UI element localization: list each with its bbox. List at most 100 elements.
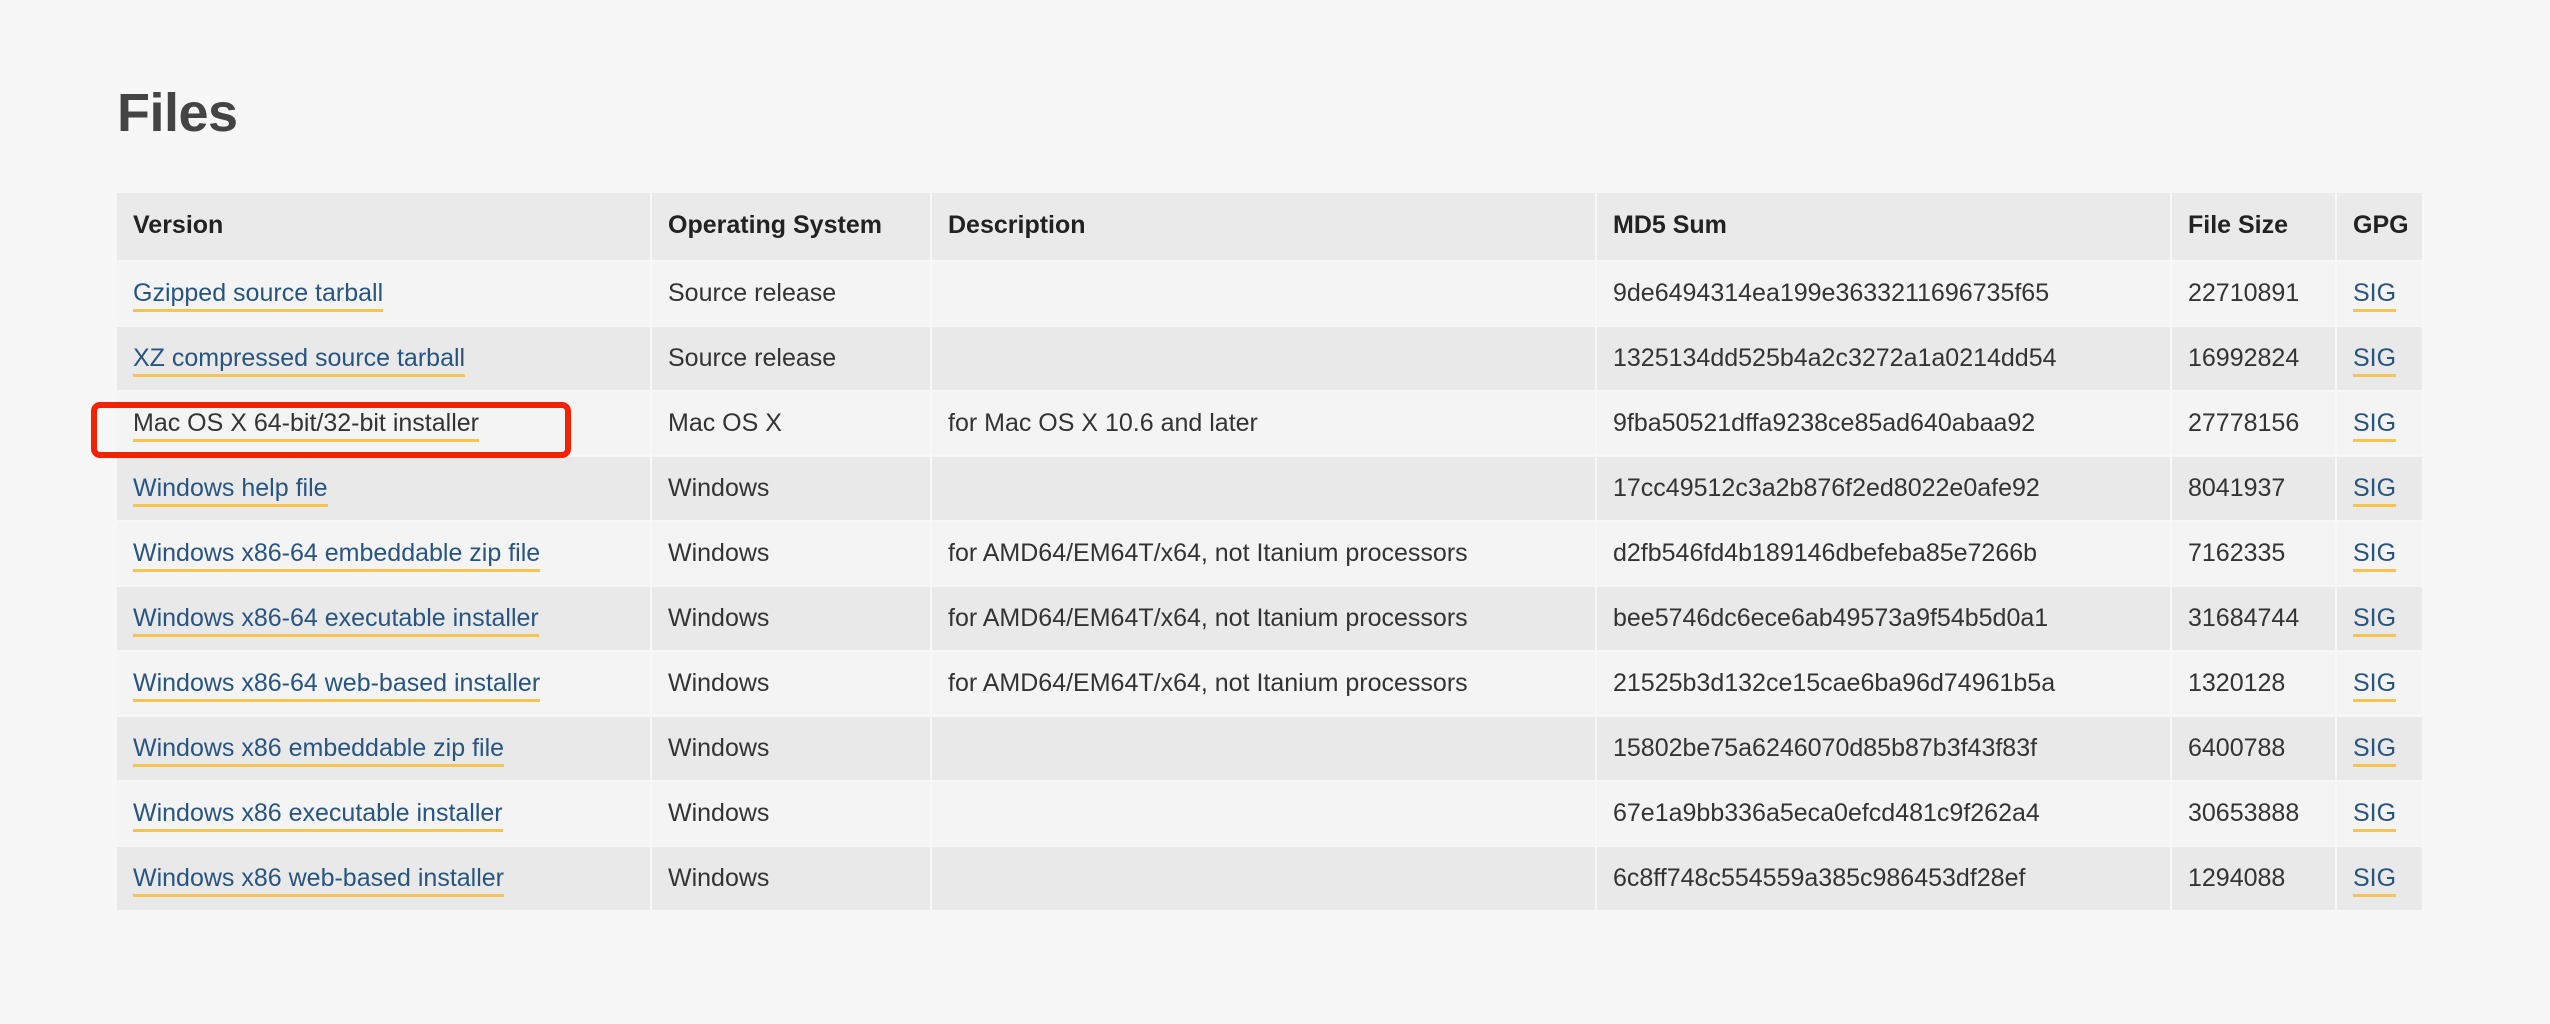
version-download-link[interactable]: Windows help file [133,474,328,507]
version-download-link[interactable]: Mac OS X 64-bit/32-bit installer [133,409,479,442]
gpg-sig-link[interactable]: SIG [2353,864,2397,897]
cell-description [932,455,1597,520]
cell-md5-sum: d2fb546fd4b189146dbefeba85e7266b [1597,520,2172,585]
cell-description: for AMD64/EM64T/x64, not Itanium process… [932,650,1597,715]
version-download-link[interactable]: Windows x86-64 web-based installer [133,669,541,702]
cell-description [932,780,1597,845]
table-row: Gzipped source tarball Source release 9de6… [117,260,2422,325]
cell-file-size: 1294088 [2172,845,2337,910]
files-page: Files Version Operating System Descripti… [0,0,2550,1024]
table-row: Windows x86-64 embeddable zip file Window… [117,520,2422,585]
cell-md5-sum: 9de6494314ea199e3633211696735f65 [1597,260,2172,325]
column-header-gpg: GPG [2337,193,2422,260]
files-table-body: Gzipped source tarball Source release 9de6… [117,260,2422,910]
table-row: Windows x86-64 web-based installer Window… [117,650,2422,715]
gpg-sig-link[interactable]: SIG [2353,734,2397,767]
cell-version: Mac OS X 64-bit/32-bit installer [117,390,652,455]
cell-file-size: 7162335 [2172,520,2337,585]
version-download-link[interactable]: Windows x86-64 executable installer [133,604,539,637]
version-download-link[interactable]: XZ compressed source tarball [133,344,466,377]
cell-description [932,325,1597,390]
cell-description [932,260,1597,325]
cell-version: XZ compressed source tarball [117,325,652,390]
gpg-sig-link[interactable]: SIG [2353,604,2397,637]
page-title: Files [117,83,238,144]
version-download-link[interactable]: Windows x86 web-based installer [133,864,505,897]
cell-gpg: SIG [2337,455,2422,520]
cell-gpg: SIG [2337,845,2422,910]
cell-gpg: SIG [2337,650,2422,715]
cell-operating-system: Windows [652,780,932,845]
cell-version: Windows x86 executable installer [117,780,652,845]
cell-md5-sum: 6c8ff748c554559a385c986453df28ef [1597,845,2172,910]
cell-md5-sum: 21525b3d132ce15cae6ba96d74961b5a [1597,650,2172,715]
cell-gpg: SIG [2337,715,2422,780]
table-row: Windows help file Windows 17cc49512c3a2b87… [117,455,2422,520]
gpg-sig-link[interactable]: SIG [2353,799,2397,832]
cell-gpg: SIG [2337,390,2422,455]
cell-file-size: 16992824 [2172,325,2337,390]
gpg-sig-link[interactable]: SIG [2353,539,2397,572]
table-row: Mac OS X 64-bit/32-bit installer Mac OS X… [117,390,2422,455]
column-header-description: Description [932,193,1597,260]
cell-description [932,845,1597,910]
cell-version: Windows help file [117,455,652,520]
table-row: Windows x86 executable installer Windows 6… [117,780,2422,845]
cell-md5-sum: 15802be75a6246070d85b87b3f43f83f [1597,715,2172,780]
cell-gpg: SIG [2337,325,2422,390]
cell-version: Windows x86 web-based installer [117,845,652,910]
cell-gpg: SIG [2337,260,2422,325]
cell-operating-system: Windows [652,715,932,780]
cell-file-size: 30653888 [2172,780,2337,845]
gpg-sig-link[interactable]: SIG [2353,279,2397,312]
cell-version: Gzipped source tarball [117,260,652,325]
version-download-link[interactable]: Windows x86 executable installer [133,799,503,832]
cell-operating-system: Windows [652,520,932,585]
cell-description [932,715,1597,780]
gpg-sig-link[interactable]: SIG [2353,669,2397,702]
cell-version: Windows x86-64 web-based installer [117,650,652,715]
files-table: Version Operating System Description MD5… [117,193,2422,910]
cell-md5-sum: 17cc49512c3a2b876f2ed8022e0afe92 [1597,455,2172,520]
cell-description: for Mac OS X 10.6 and later [932,390,1597,455]
column-header-md5-sum: MD5 Sum [1597,193,2172,260]
version-download-link[interactable]: Windows x86-64 embeddable zip file [133,539,541,572]
cell-operating-system: Windows [652,455,932,520]
cell-md5-sum: 9fba50521dffa9238ce85ad640abaa92 [1597,390,2172,455]
gpg-sig-link[interactable]: SIG [2353,409,2397,442]
table-row: XZ compressed source tarball Source relea… [117,325,2422,390]
cell-version: Windows x86-64 embeddable zip file [117,520,652,585]
gpg-sig-link[interactable]: SIG [2353,344,2397,377]
cell-description: for AMD64/EM64T/x64, not Itanium process… [932,520,1597,585]
cell-gpg: SIG [2337,585,2422,650]
cell-gpg: SIG [2337,520,2422,585]
cell-operating-system: Windows [652,650,932,715]
table-row: Windows x86 web-based installer Windows 6c… [117,845,2422,910]
cell-gpg: SIG [2337,780,2422,845]
cell-operating-system: Windows [652,585,932,650]
cell-md5-sum: 67e1a9bb336a5eca0efcd481c9f262a4 [1597,780,2172,845]
cell-file-size: 6400788 [2172,715,2337,780]
gpg-sig-link[interactable]: SIG [2353,474,2397,507]
column-header-version: Version [117,193,652,260]
version-download-link[interactable]: Windows x86 embeddable zip file [133,734,505,767]
version-download-link[interactable]: Gzipped source tarball [133,279,384,312]
files-table-container: Version Operating System Description MD5… [117,193,2422,910]
cell-file-size: 27778156 [2172,390,2337,455]
cell-file-size: 31684744 [2172,585,2337,650]
cell-file-size: 8041937 [2172,455,2337,520]
table-header-row: Version Operating System Description MD5… [117,193,2422,260]
cell-operating-system: Windows [652,845,932,910]
cell-description: for AMD64/EM64T/x64, not Itanium process… [932,585,1597,650]
cell-operating-system: Mac OS X [652,390,932,455]
cell-operating-system: Source release [652,325,932,390]
cell-version: Windows x86 embeddable zip file [117,715,652,780]
cell-operating-system: Source release [652,260,932,325]
table-row: Windows x86-64 executable installer Windo… [117,585,2422,650]
cell-file-size: 22710891 [2172,260,2337,325]
cell-file-size: 1320128 [2172,650,2337,715]
column-header-operating-system: Operating System [652,193,932,260]
cell-md5-sum: bee5746dc6ece6ab49573a9f54b5d0a1 [1597,585,2172,650]
cell-md5-sum: 1325134dd525b4a2c3272a1a0214dd54 [1597,325,2172,390]
table-row: Windows x86 embeddable zip file Windows 15… [117,715,2422,780]
